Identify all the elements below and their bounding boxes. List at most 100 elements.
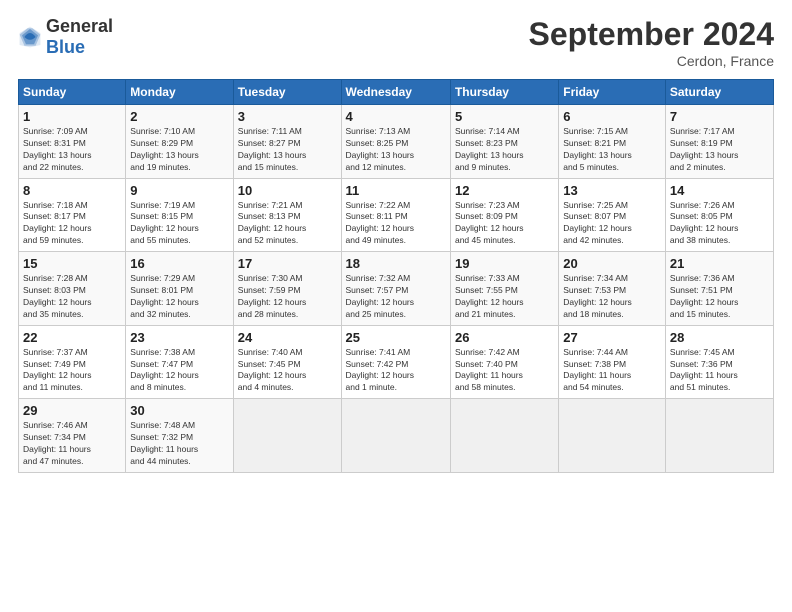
day-info: Sunrise: 7:30 AM Sunset: 7:59 PM Dayligh… — [238, 273, 337, 321]
calendar-cell: 3 Sunrise: 7:11 AM Sunset: 8:27 PM Daylig… — [233, 105, 341, 179]
month-title: September 2024 — [529, 16, 774, 53]
day-number: 10 — [238, 183, 337, 198]
calendar-week-2: 8 Sunrise: 7:18 AM Sunset: 8:17 PM Daylig… — [19, 178, 774, 252]
day-number: 26 — [455, 330, 554, 345]
day-number: 3 — [238, 109, 337, 124]
day-number: 16 — [130, 256, 228, 271]
calendar-cell: 2Sunrise: 7:10 AM Sunset: 8:29 PM Daylig… — [126, 105, 233, 179]
day-info: Sunrise: 7:23 AM Sunset: 8:09 PM Dayligh… — [455, 200, 554, 248]
calendar-cell — [665, 399, 773, 473]
calendar-cell: 17 Sunrise: 7:30 AM Sunset: 7:59 PM Dayli… — [233, 252, 341, 326]
day-number: 23 — [130, 330, 228, 345]
calendar-cell: 14 Sunrise: 7:26 AM Sunset: 8:05 PM Dayli… — [665, 178, 773, 252]
day-info: Sunrise: 7:21 AM Sunset: 8:13 PM Dayligh… — [238, 200, 337, 248]
day-info: Sunrise: 7:18 AM Sunset: 8:17 PM Dayligh… — [23, 200, 121, 248]
weekday-header-monday: Monday — [126, 80, 233, 105]
day-number: 17 — [238, 256, 337, 271]
day-number: 5 — [455, 109, 554, 124]
day-number: 11 — [346, 183, 446, 198]
weekday-header-row: SundayMondayTuesdayWednesdayThursdayFrid… — [19, 80, 774, 105]
day-info: Sunrise: 7:32 AM Sunset: 7:57 PM Dayligh… — [346, 273, 446, 321]
calendar-week-4: 22 Sunrise: 7:37 AM Sunset: 7:49 PM Dayli… — [19, 325, 774, 399]
day-info: Sunrise: 7:09 AM Sunset: 8:31 PM Dayligh… — [23, 126, 121, 174]
calendar-cell — [559, 399, 666, 473]
day-number: 24 — [238, 330, 337, 345]
logo: General Blue — [18, 16, 113, 58]
calendar-week-1: 1Sunrise: 7:09 AM Sunset: 8:31 PM Daylig… — [19, 105, 774, 179]
calendar-cell: 13 Sunrise: 7:25 AM Sunset: 8:07 PM Dayli… — [559, 178, 666, 252]
day-number: 19 — [455, 256, 554, 271]
day-info: Sunrise: 7:46 AM Sunset: 7:34 PM Dayligh… — [23, 420, 121, 468]
day-info: Sunrise: 7:28 AM Sunset: 8:03 PM Dayligh… — [23, 273, 121, 321]
calendar-cell: 22 Sunrise: 7:37 AM Sunset: 7:49 PM Dayli… — [19, 325, 126, 399]
calendar-cell: 20 Sunrise: 7:34 AM Sunset: 7:53 PM Dayli… — [559, 252, 666, 326]
day-info: Sunrise: 7:11 AM Sunset: 8:27 PM Dayligh… — [238, 126, 337, 174]
day-info: Sunrise: 7:37 AM Sunset: 7:49 PM Dayligh… — [23, 347, 121, 395]
day-info: Sunrise: 7:22 AM Sunset: 8:11 PM Dayligh… — [346, 200, 446, 248]
calendar-cell: 18Sunrise: 7:32 AM Sunset: 7:57 PM Dayli… — [341, 252, 450, 326]
header: General Blue September 2024 Cerdon, Fran… — [18, 16, 774, 69]
calendar-cell: 27Sunrise: 7:44 AM Sunset: 7:38 PM Dayli… — [559, 325, 666, 399]
day-number: 13 — [563, 183, 661, 198]
day-info: Sunrise: 7:10 AM Sunset: 8:29 PM Dayligh… — [130, 126, 228, 174]
day-info: Sunrise: 7:14 AM Sunset: 8:23 PM Dayligh… — [455, 126, 554, 174]
day-info: Sunrise: 7:45 AM Sunset: 7:36 PM Dayligh… — [670, 347, 769, 395]
calendar-cell: 16 Sunrise: 7:29 AM Sunset: 8:01 PM Dayli… — [126, 252, 233, 326]
day-info: Sunrise: 7:40 AM Sunset: 7:45 PM Dayligh… — [238, 347, 337, 395]
calendar-cell: 10 Sunrise: 7:21 AM Sunset: 8:13 PM Dayli… — [233, 178, 341, 252]
day-number: 27 — [563, 330, 661, 345]
day-info: Sunrise: 7:29 AM Sunset: 8:01 PM Dayligh… — [130, 273, 228, 321]
day-info: Sunrise: 7:15 AM Sunset: 8:21 PM Dayligh… — [563, 126, 661, 174]
day-number: 15 — [23, 256, 121, 271]
calendar-cell: 30Sunrise: 7:48 AM Sunset: 7:32 PM Dayli… — [126, 399, 233, 473]
calendar-cell — [341, 399, 450, 473]
calendar-cell: 11 Sunrise: 7:22 AM Sunset: 8:11 PM Dayli… — [341, 178, 450, 252]
day-number: 22 — [23, 330, 121, 345]
calendar-cell: 12 Sunrise: 7:23 AM Sunset: 8:09 PM Dayli… — [450, 178, 558, 252]
calendar-cell: 24 Sunrise: 7:40 AM Sunset: 7:45 PM Dayli… — [233, 325, 341, 399]
calendar-cell: 7 Sunrise: 7:17 AM Sunset: 8:19 PM Daylig… — [665, 105, 773, 179]
weekday-header-saturday: Saturday — [665, 80, 773, 105]
day-number: 20 — [563, 256, 661, 271]
day-info: Sunrise: 7:38 AM Sunset: 7:47 PM Dayligh… — [130, 347, 228, 395]
day-number: 29 — [23, 403, 121, 418]
calendar-cell: 9 Sunrise: 7:19 AM Sunset: 8:15 PM Daylig… — [126, 178, 233, 252]
calendar-cell: 5 Sunrise: 7:14 AM Sunset: 8:23 PM Daylig… — [450, 105, 558, 179]
calendar-cell: 4Sunrise: 7:13 AM Sunset: 8:25 PM Daylig… — [341, 105, 450, 179]
logo-general: General — [46, 16, 113, 36]
calendar-cell: 26 Sunrise: 7:42 AM Sunset: 7:40 PM Dayli… — [450, 325, 558, 399]
calendar-cell: 21Sunrise: 7:36 AM Sunset: 7:51 PM Dayli… — [665, 252, 773, 326]
weekday-header-tuesday: Tuesday — [233, 80, 341, 105]
calendar-cell: 8 Sunrise: 7:18 AM Sunset: 8:17 PM Daylig… — [19, 178, 126, 252]
calendar-cell — [233, 399, 341, 473]
title-section: September 2024 Cerdon, France — [529, 16, 774, 69]
weekday-header-wednesday: Wednesday — [341, 80, 450, 105]
calendar-cell: 6 Sunrise: 7:15 AM Sunset: 8:21 PM Daylig… — [559, 105, 666, 179]
day-info: Sunrise: 7:19 AM Sunset: 8:15 PM Dayligh… — [130, 200, 228, 248]
day-number: 25 — [346, 330, 446, 345]
day-info: Sunrise: 7:26 AM Sunset: 8:05 PM Dayligh… — [670, 200, 769, 248]
day-info: Sunrise: 7:42 AM Sunset: 7:40 PM Dayligh… — [455, 347, 554, 395]
day-number: 21 — [670, 256, 769, 271]
day-number: 9 — [130, 183, 228, 198]
day-info: Sunrise: 7:17 AM Sunset: 8:19 PM Dayligh… — [670, 126, 769, 174]
day-info: Sunrise: 7:25 AM Sunset: 8:07 PM Dayligh… — [563, 200, 661, 248]
day-number: 6 — [563, 109, 661, 124]
logo-icon — [18, 25, 42, 49]
logo-blue: Blue — [46, 37, 85, 57]
day-info: Sunrise: 7:34 AM Sunset: 7:53 PM Dayligh… — [563, 273, 661, 321]
day-number: 14 — [670, 183, 769, 198]
day-number: 7 — [670, 109, 769, 124]
calendar-cell — [450, 399, 558, 473]
calendar-cell: 28 Sunrise: 7:45 AM Sunset: 7:36 PM Dayli… — [665, 325, 773, 399]
calendar-cell: 29 Sunrise: 7:46 AM Sunset: 7:34 PM Dayli… — [19, 399, 126, 473]
day-number: 8 — [23, 183, 121, 198]
day-number: 28 — [670, 330, 769, 345]
calendar-week-5: 29 Sunrise: 7:46 AM Sunset: 7:34 PM Dayli… — [19, 399, 774, 473]
day-number: 12 — [455, 183, 554, 198]
weekday-header-friday: Friday — [559, 80, 666, 105]
calendar-cell: 23 Sunrise: 7:38 AM Sunset: 7:47 PM Dayli… — [126, 325, 233, 399]
logo-text: General Blue — [46, 16, 113, 58]
weekday-header-thursday: Thursday — [450, 80, 558, 105]
day-number: 30 — [130, 403, 228, 418]
